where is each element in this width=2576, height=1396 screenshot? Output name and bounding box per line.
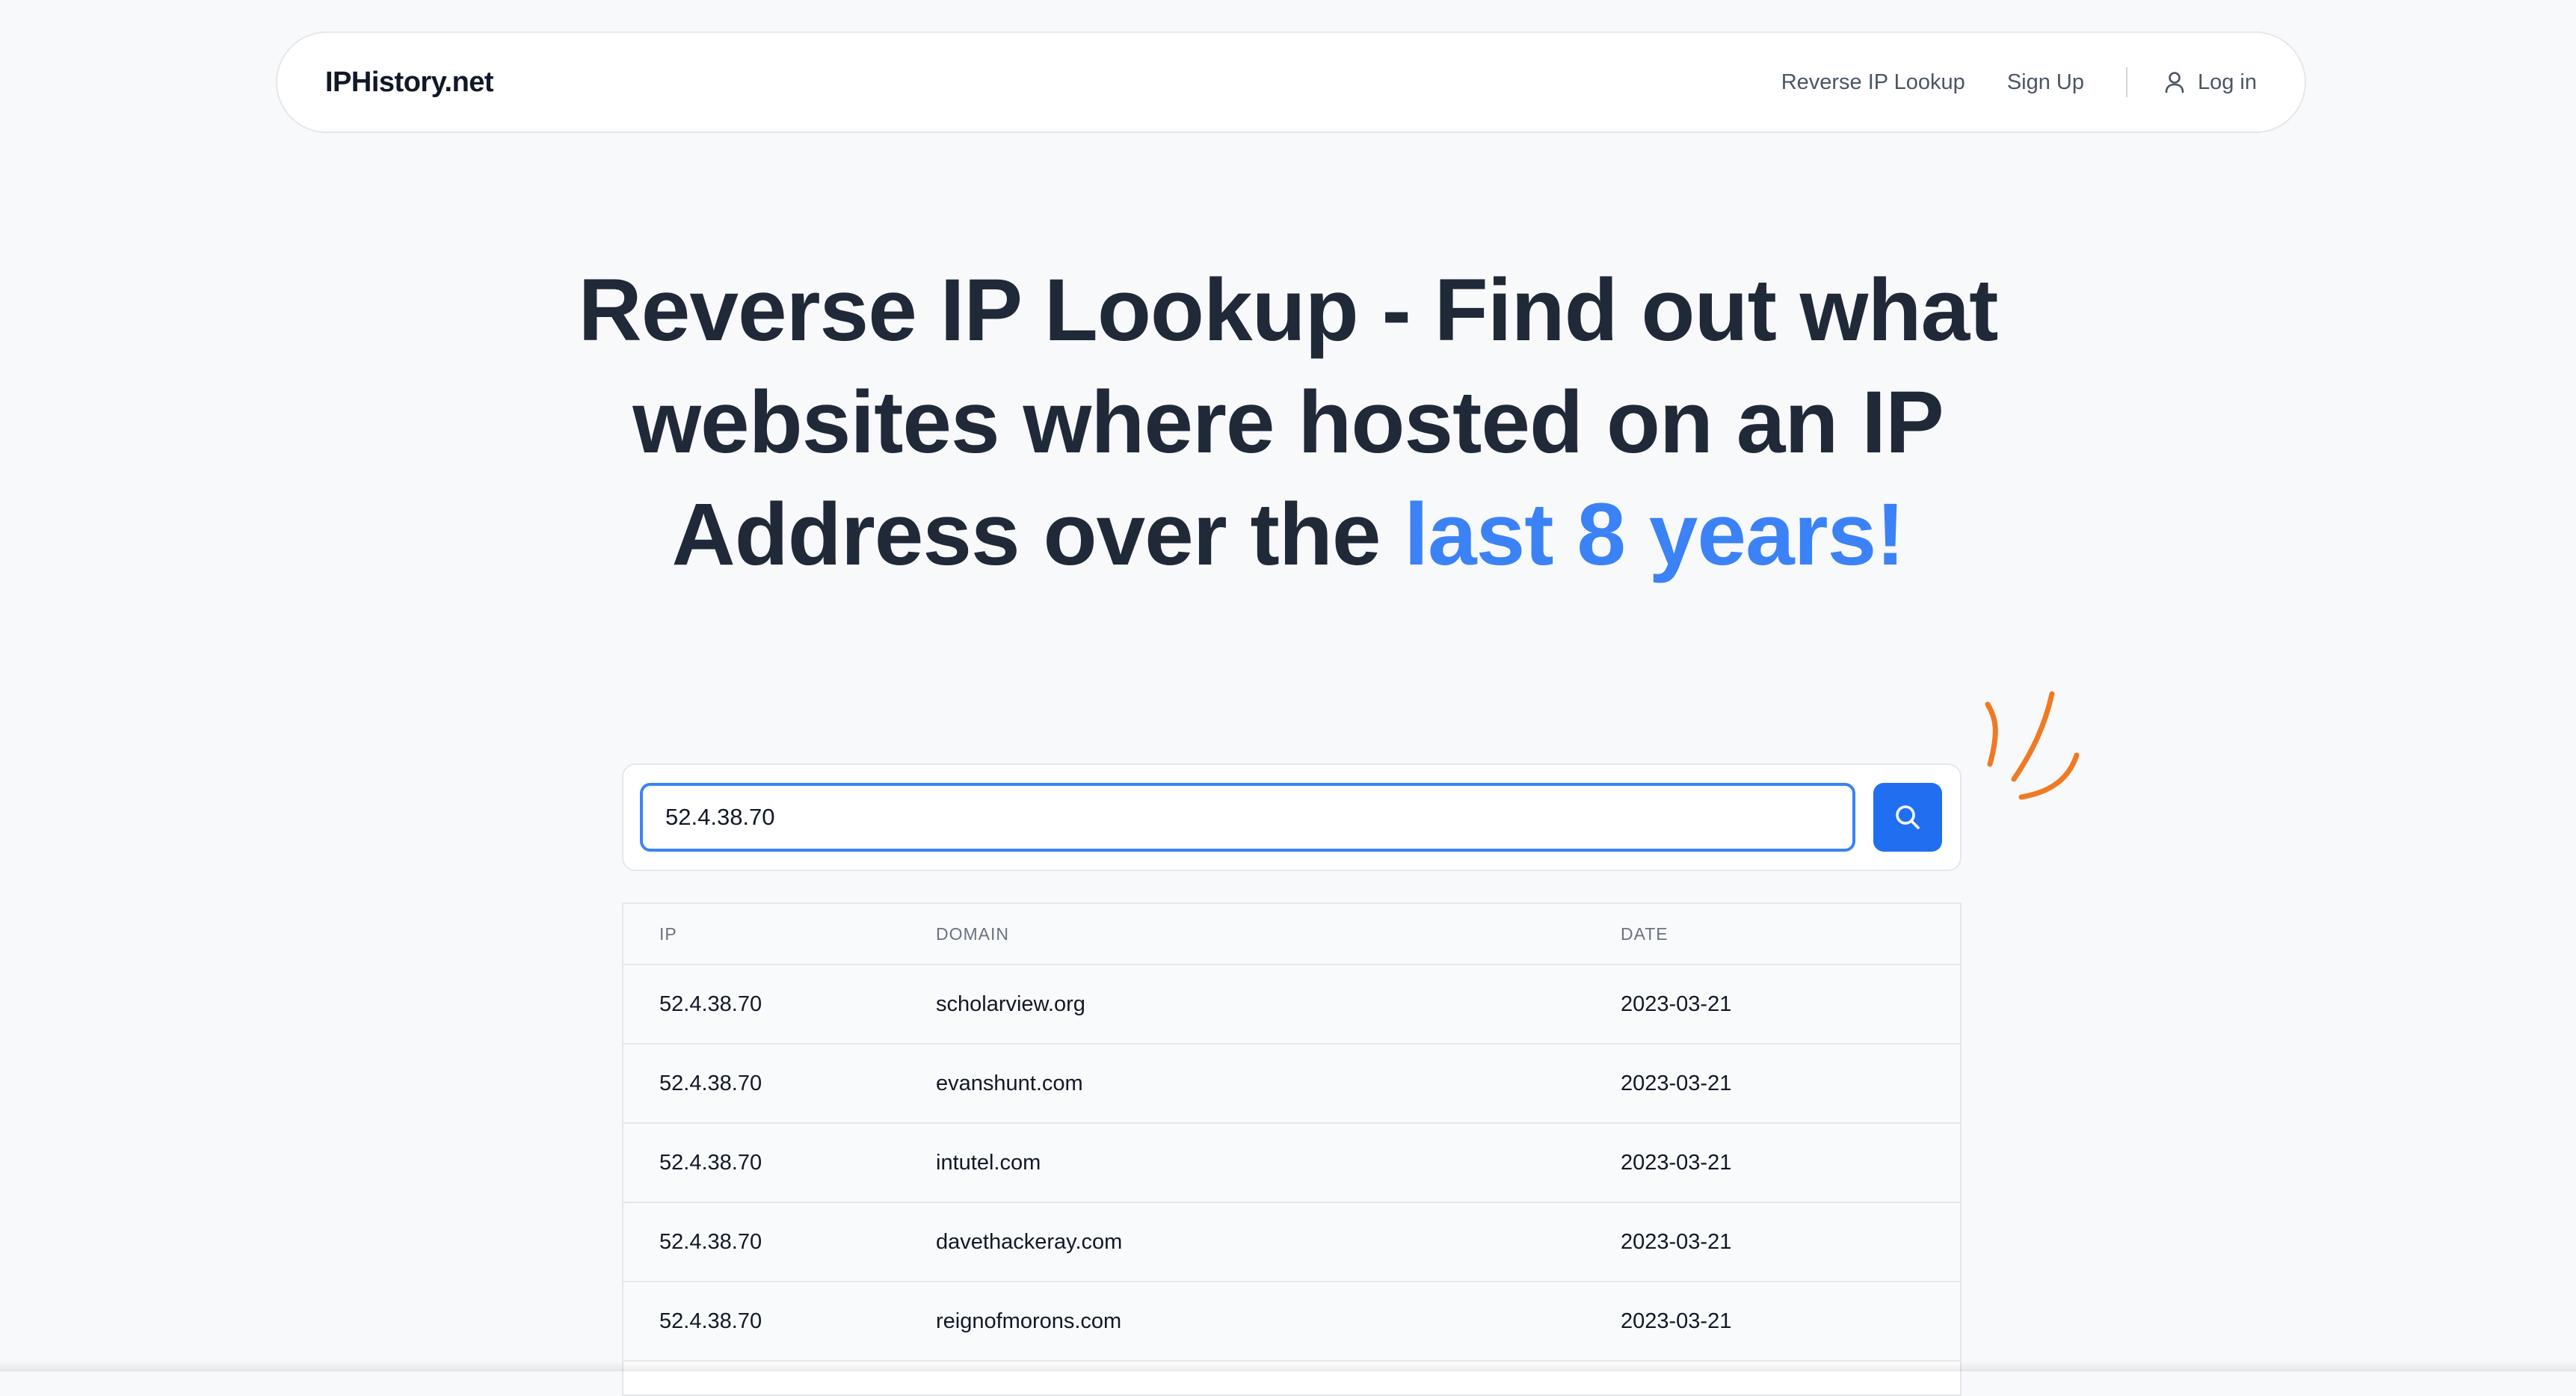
table-row: 52.4.38.70 davethackeray.com 2023-03-21 xyxy=(623,1203,1960,1282)
row-domain: scholarview.org xyxy=(936,991,1085,1016)
hero-title-accent: last 8 years! xyxy=(1404,485,1905,584)
row-ip: 52.4.38.70 xyxy=(659,1071,762,1095)
row-ip: 52.4.38.70 xyxy=(659,1229,762,1254)
row-domain: reignofmorons.com xyxy=(936,1309,1122,1333)
table-row: 52.4.38.70 evanshunt.com 2023-03-21 xyxy=(623,1045,1960,1124)
user-icon xyxy=(2165,72,2184,93)
ip-search-input[interactable] xyxy=(640,783,1855,852)
column-header-domain: DOMAIN xyxy=(936,923,1009,944)
log-in-label: Log in xyxy=(2197,70,2257,94)
row-ip: 52.4.38.70 xyxy=(659,1309,762,1333)
nav-sign-up-link[interactable]: Sign Up xyxy=(2007,70,2084,95)
column-header-date: DATE xyxy=(1621,923,1668,944)
hero-title: Reverse IP Lookup - Find out what websit… xyxy=(540,254,2036,591)
table-row: 52.4.38.70 scholarview.org 2023-03-21 xyxy=(623,965,1960,1045)
top-navbar: IPHistory.net Reverse IP Lookup Sign Up … xyxy=(276,31,2306,133)
row-date: 2023-03-21 xyxy=(1621,1071,1732,1095)
row-date: 2023-03-21 xyxy=(1621,1309,1732,1333)
nav-links: Reverse IP Lookup Sign Up Log in xyxy=(1781,33,2257,132)
row-date: 2023-03-21 xyxy=(1621,1150,1732,1175)
site-logo[interactable]: IPHistory.net xyxy=(325,67,494,99)
log-in-link[interactable]: Log in xyxy=(2165,70,2257,95)
row-domain: intutel.com xyxy=(936,1150,1041,1175)
row-domain: davethackeray.com xyxy=(936,1229,1123,1254)
results-table: IP DOMAIN DATE 52.4.38.70 scholarview.or… xyxy=(622,903,1962,1396)
row-date: 2023-03-21 xyxy=(1621,1229,1732,1254)
row-ip: 52.4.38.70 xyxy=(659,991,762,1016)
search-card xyxy=(622,763,1962,871)
table-row: 52.4.38.70 reignofmorons.com 2023-03-21 xyxy=(623,1282,1960,1362)
table-row: 52.4.38.70 intutel.com 2023-03-21 xyxy=(623,1124,1960,1203)
nav-divider xyxy=(2125,67,2127,97)
row-ip: 52.4.38.70 xyxy=(659,1150,762,1175)
decorative-squiggle-icon xyxy=(1985,691,2080,800)
row-date: 2023-03-21 xyxy=(1621,991,1732,1016)
nav-reverse-ip-lookup-link[interactable]: Reverse IP Lookup xyxy=(1781,70,1965,95)
search-button[interactable] xyxy=(1873,783,1942,852)
table-header-row: IP DOMAIN DATE xyxy=(623,904,1960,965)
column-header-ip: IP xyxy=(659,923,677,944)
search-icon xyxy=(1896,805,1920,829)
bottom-shadow xyxy=(0,1361,2576,1371)
row-domain: evanshunt.com xyxy=(936,1071,1083,1095)
